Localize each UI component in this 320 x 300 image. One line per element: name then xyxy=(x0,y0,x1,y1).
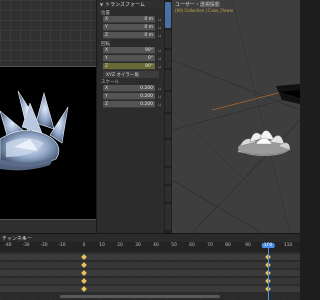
channel-row[interactable] xyxy=(0,278,300,284)
tick-label: -40 xyxy=(4,243,12,248)
tick-label: 60 xyxy=(189,243,195,248)
rotation-x-field[interactable]: X 90° xyxy=(103,47,155,54)
tick-label: 0 xyxy=(82,243,86,248)
channel-row[interactable] xyxy=(0,270,300,276)
tick-label: 50 xyxy=(171,243,177,248)
tick-label: 90 xyxy=(245,243,251,248)
tab-addon-2[interactable] xyxy=(165,92,171,112)
rotation-y-value: 0° xyxy=(147,55,153,61)
location-y-field[interactable]: Y 0 m xyxy=(103,24,155,31)
location-y-value: 0 m xyxy=(144,24,153,30)
sidebar-tabs xyxy=(164,0,172,233)
scale-y-value: 0.200 xyxy=(140,93,153,99)
tab-addon-4[interactable] xyxy=(165,140,171,166)
playhead[interactable] xyxy=(268,242,269,300)
lock-icon[interactable]: ⊔ xyxy=(158,48,161,53)
menu-key[interactable]: キー xyxy=(22,235,32,242)
channel-row[interactable] xyxy=(0,286,300,292)
scale-x-value: 0.200 xyxy=(140,85,153,91)
tab-addon-1[interactable] xyxy=(165,70,171,90)
axis-label: X xyxy=(105,85,109,91)
lock-icon[interactable]: ⊔ xyxy=(158,33,161,38)
tick-label: -20 xyxy=(40,243,48,248)
viewport-grid xyxy=(0,0,96,66)
rotation-y-field[interactable]: Y 0° xyxy=(103,55,155,62)
tick-label: -30 xyxy=(22,243,30,248)
lock-icon[interactable]: ⊔ xyxy=(158,86,161,91)
tab-tool[interactable] xyxy=(165,30,171,48)
tab-addon-5[interactable] xyxy=(165,168,171,184)
viewport-grid-lower xyxy=(0,220,96,233)
axis-label: X xyxy=(105,16,109,22)
rotation-z-value: 90° xyxy=(145,63,153,69)
location-z-field[interactable]: Z 0 m xyxy=(103,32,155,39)
location-z-value: 0 m xyxy=(144,32,153,38)
scale-z-field[interactable]: Z 0.200 xyxy=(103,101,155,108)
transform-panel: ▼ トランスフォーム 位置 X0 m ⊔ Y0 m ⊔ Z0 m ⊔ 回転 X9… xyxy=(96,0,165,233)
tick-label: 110 xyxy=(283,243,293,248)
scene-geometry xyxy=(172,0,300,233)
rotation-x-value: 90° xyxy=(145,47,153,53)
transform-section-header[interactable]: ▼ トランスフォーム xyxy=(97,1,165,8)
timeline-scrollbar[interactable] xyxy=(60,295,220,298)
lock-icon[interactable]: ⊔ xyxy=(158,102,161,107)
tick-label: 80 xyxy=(225,243,231,248)
lock-icon[interactable]: ⊔ xyxy=(158,17,161,22)
axis-label: Y xyxy=(105,24,108,30)
viewport-object-text: (90) Collection | Cube_Flower xyxy=(175,8,234,13)
tick-label: 40 xyxy=(153,243,159,248)
axis-label: Z xyxy=(105,63,109,69)
axis-label: Y xyxy=(105,93,108,99)
tab-addon-6[interactable] xyxy=(165,186,171,202)
rotation-mode-value: XYZ オイラー角 xyxy=(106,72,139,78)
3d-viewport[interactable]: ユーザー・透視投影 (90) Collection | Cube_Flower xyxy=(172,0,300,233)
frame-ruler[interactable]: -40 -30 -20 -10 0 10 20 30 40 50 60 70 8… xyxy=(0,242,300,252)
lock-icon[interactable]: ⊔ xyxy=(158,25,161,30)
rotation-z-field[interactable]: Z 90° xyxy=(103,63,155,70)
channel-row[interactable] xyxy=(0,262,300,268)
dopesheet-area[interactable] xyxy=(0,252,300,300)
tab-item[interactable] xyxy=(165,2,171,28)
tick-label: 20 xyxy=(117,243,123,248)
scale-z-value: 0.200 xyxy=(140,101,153,107)
lock-icon[interactable]: ⊔ xyxy=(158,64,161,69)
axis-label: Y xyxy=(105,55,108,61)
tab-addon-3[interactable] xyxy=(165,114,171,138)
tick-label: 10 xyxy=(99,243,105,248)
tick-label: 70 xyxy=(207,243,213,248)
render-preview-viewport[interactable] xyxy=(0,0,96,233)
transform-section-title: トランスフォーム xyxy=(105,2,145,8)
tab-view[interactable] xyxy=(165,50,171,68)
viewport-mode-text: ユーザー・透視投影 xyxy=(175,2,220,8)
rotation-mode-dropdown[interactable]: XYZ オイラー角 xyxy=(103,71,159,78)
tab-addon-7[interactable] xyxy=(165,204,171,230)
render-frame xyxy=(0,66,96,220)
tick-label: 30 xyxy=(135,243,141,248)
chevron-down-icon: ▼ xyxy=(100,2,104,7)
lock-icon[interactable]: ⊔ xyxy=(158,94,161,99)
location-x-value: 0 m xyxy=(144,16,153,22)
timeline-header: チャンネル キー xyxy=(0,233,300,242)
tick-label: -10 xyxy=(58,243,66,248)
channel-row[interactable] xyxy=(0,254,300,260)
scale-x-field[interactable]: X 0.200 xyxy=(103,85,155,92)
crystal-lotus-render xyxy=(0,90,69,171)
location-x-field[interactable]: X 0 m xyxy=(103,16,155,23)
axis-label: Z xyxy=(105,101,109,107)
lock-icon[interactable]: ⊔ xyxy=(158,56,161,61)
scale-y-field[interactable]: Y 0.200 xyxy=(103,93,155,100)
axis-label: Z xyxy=(105,32,109,38)
axis-label: X xyxy=(105,47,109,53)
